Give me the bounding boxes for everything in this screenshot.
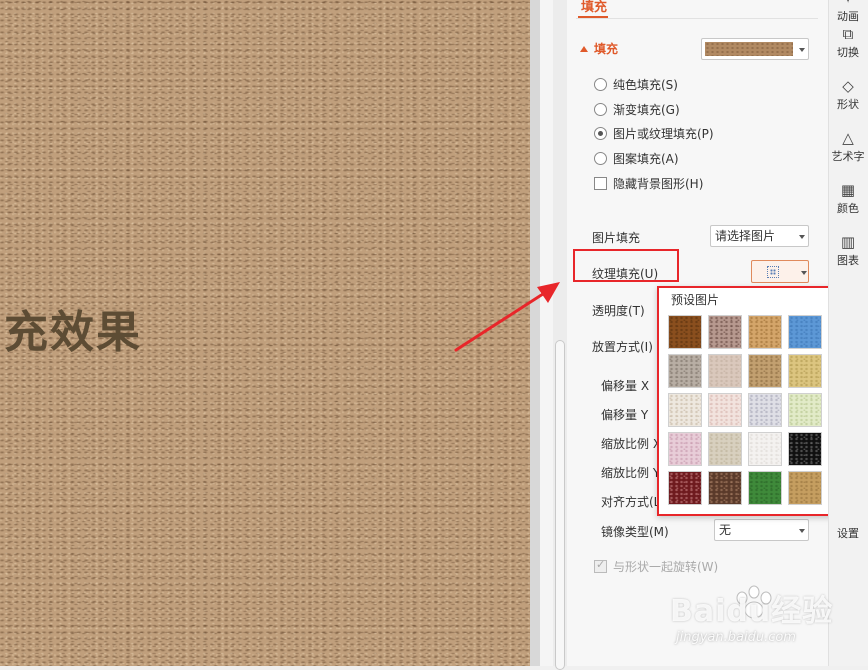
fill-preview-swatch (705, 42, 793, 56)
align-label: 对齐方式(L) (601, 495, 666, 509)
highlight-box (573, 249, 679, 282)
rail-label: 切换 (837, 46, 859, 59)
picture-fill-value: 请选择图片 (715, 229, 776, 243)
rail-shape[interactable]: ◇ 形状 (828, 78, 868, 112)
offset-x-label: 偏移量 X (601, 379, 650, 393)
option-pattern-fill[interactable]: 图案填充(A) (594, 149, 679, 167)
scale-y-label: 缩放比例 Y (601, 466, 661, 480)
checkbox-rotate-with-shape[interactable] (594, 558, 607, 573)
radio-gradient-fill[interactable] (594, 102, 607, 116)
mirror-label: 镜像类型(M) (601, 525, 669, 539)
texture-swatch[interactable] (668, 471, 702, 505)
radio-picture-texture-fill[interactable] (594, 126, 607, 140)
wordart-icon: △ (842, 129, 854, 147)
watermark-brand: Baidu经验 (670, 594, 834, 629)
texture-swatch[interactable] (668, 393, 702, 427)
texture-swatch[interactable] (788, 354, 822, 388)
texture-swatch[interactable] (748, 432, 782, 466)
offset-y-label: 偏移量 Y (601, 408, 649, 422)
fill-swatch-dropdown[interactable] (701, 38, 809, 60)
tab-fill[interactable]: 填充 (581, 0, 607, 15)
chart-icon: ▥ (840, 233, 856, 251)
option-picture-texture-fill[interactable]: 图片或纹理填充(P) (594, 124, 714, 142)
annotation-arrow (454, 282, 560, 352)
rail-label: 颜色 (837, 202, 859, 215)
option-label: 纯色填充(S) (613, 77, 678, 92)
chevron-down-icon (799, 48, 805, 52)
chevron-down-icon (801, 271, 807, 275)
rail-wordart[interactable]: △ 艺术字 (828, 130, 868, 164)
option-hide-background[interactable]: 隐藏背景图形(H) (594, 174, 703, 192)
collapse-triangle-icon (580, 46, 588, 52)
chevron-down-icon (799, 235, 805, 239)
option-label: 渐变填充(G) (613, 102, 680, 117)
rail-label: 设置 (837, 527, 859, 540)
rail-label: 艺术字 (831, 150, 865, 163)
rail-label: 图表 (837, 254, 859, 267)
texture-fill-button[interactable] (751, 260, 809, 283)
texture-swatch[interactable] (788, 432, 822, 466)
texture-swatch[interactable] (708, 471, 742, 505)
texture-swatch[interactable] (748, 471, 782, 505)
texture-swatch[interactable] (708, 432, 742, 466)
texture-swatch[interactable] (788, 315, 822, 349)
option-gradient-fill[interactable]: 渐变填充(G) (594, 100, 680, 118)
placement-label: 放置方式(I) (592, 340, 653, 354)
rail-animation[interactable]: ✦ 动画 (828, 0, 868, 24)
radio-pattern-fill[interactable] (594, 151, 607, 165)
rail-switch[interactable]: ⧉ 切换 (828, 26, 868, 60)
transparency-label: 透明度(T) (592, 304, 645, 318)
texture-gallery-title: 预设图片 (671, 293, 720, 307)
option-label: 隐藏背景图形(H) (613, 176, 704, 191)
texture-swatch[interactable] (748, 393, 782, 427)
rail-label: 形状 (837, 98, 859, 111)
shape-icon: ◇ (842, 77, 854, 95)
texture-grid-icon (767, 266, 779, 278)
panel-scrollbar-thumb[interactable] (555, 340, 565, 670)
rail-chart[interactable]: ▥ 图表 (828, 234, 868, 268)
texture-swatch[interactable] (668, 354, 702, 388)
texture-swatch[interactable] (708, 393, 742, 427)
rail-color[interactable]: ▦ 颜色 (828, 182, 868, 216)
mirror-value: 无 (719, 523, 732, 537)
texture-swatch[interactable] (788, 471, 822, 505)
texture-swatch[interactable] (668, 432, 702, 466)
chevron-down-icon (799, 529, 805, 533)
mirror-select[interactable]: 无 (714, 519, 809, 541)
fill-section-header[interactable]: 填充 (580, 40, 618, 57)
switch-icon: ⧉ (842, 25, 854, 43)
tab-divider (576, 18, 818, 19)
slide-text[interactable]: 充效果 (4, 296, 142, 360)
fill-section-label: 填充 (594, 42, 619, 56)
scale-x-label: 缩放比例 X (601, 437, 662, 451)
rail-label: 动画 (837, 10, 859, 23)
texture-swatch[interactable] (748, 315, 782, 349)
rail-settings[interactable]: 设置 (828, 525, 868, 541)
picture-fill-label: 图片填充 (592, 231, 641, 245)
option-label: 图片或纹理填充(P) (613, 126, 714, 141)
texture-swatch[interactable] (708, 354, 742, 388)
texture-swatch[interactable] (788, 393, 822, 427)
picture-fill-select[interactable]: 请选择图片 (710, 225, 809, 247)
option-solid-fill[interactable]: 纯色填充(S) (594, 75, 678, 93)
texture-swatch[interactable] (748, 354, 782, 388)
checkbox-hide-background[interactable] (594, 176, 607, 190)
animation-icon: ✦ (828, 0, 868, 6)
option-label: 图案填充(A) (613, 151, 679, 166)
texture-swatch[interactable] (708, 315, 742, 349)
color-icon: ▦ (840, 181, 856, 199)
watermark-url: jingyan.baidu.com (676, 630, 796, 645)
texture-swatch[interactable] (668, 315, 702, 349)
radio-solid-fill[interactable] (594, 77, 607, 91)
